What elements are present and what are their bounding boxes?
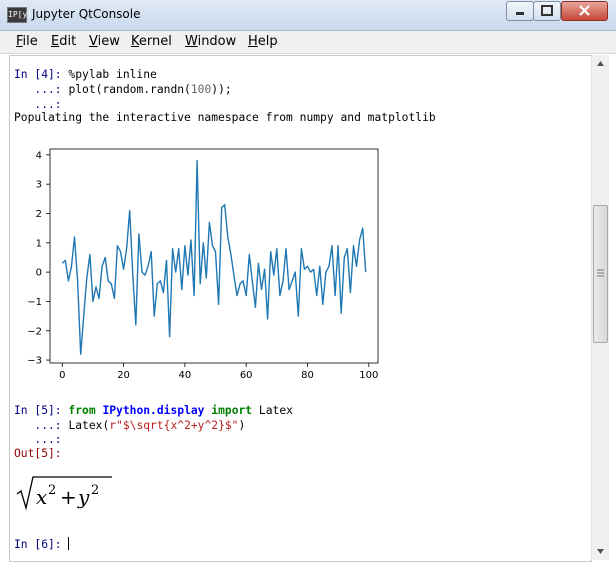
y-tick-label: 3 — [36, 180, 42, 191]
x-tick-label: 60 — [240, 370, 253, 381]
continuation-prompt: ...: — [34, 83, 62, 96]
in-prompt: In [4]: — [14, 68, 62, 81]
maximize-icon — [541, 5, 553, 16]
menu-bar: File Edit View Kernel Window Help — [0, 31, 616, 54]
input-line: ...: — [14, 98, 62, 111]
vertical-scrollbar[interactable] — [591, 55, 609, 560]
out-prompt: Out[5]: — [14, 447, 62, 460]
y-tick-label: 0 — [36, 268, 42, 279]
input-line: In [4]: %pylab inline — [14, 68, 157, 81]
line-plot: 0 20 40 60 80 100 −3 −2 −1 0 1 2 3 4 — [27, 148, 379, 381]
code-string: r"$\sqrt{x^2+y^2}$" — [109, 419, 239, 432]
y-tick-label: 1 — [36, 238, 42, 249]
keyword-import: import — [211, 404, 253, 417]
x-tick-label: 80 — [301, 370, 314, 381]
input-line: ...: Latex(r"$\sqrt{x^2+y^2}$") — [14, 419, 245, 432]
scrollbar-thumb[interactable] — [593, 205, 608, 343]
scroll-up-button[interactable] — [592, 55, 609, 72]
maximize-button[interactable] — [533, 1, 561, 21]
svg-text:2: 2 — [91, 483, 99, 498]
code: %pylab inline — [68, 68, 157, 81]
y-tick-label: −2 — [27, 326, 42, 337]
continuation-prompt: ...: — [34, 98, 62, 111]
app-icon: IP[y] — [7, 7, 32, 23]
code: Latex — [258, 404, 293, 417]
arrow-down-icon — [597, 549, 604, 554]
close-icon — [579, 5, 590, 16]
title-bar[interactable]: IP[y] Jupyter QtConsole — [0, 0, 616, 31]
menu-file[interactable]: File — [16, 34, 38, 49]
module-name: IPython.display — [102, 404, 205, 417]
input-line: ...: — [14, 433, 62, 446]
menu-edit[interactable]: Edit — [51, 34, 76, 49]
output-text: Populating the interactive namespace fro… — [14, 111, 436, 124]
input-line: ...: plot(random.randn(100)); — [14, 83, 232, 96]
x-tick-label: 100 — [359, 370, 378, 381]
svg-text:y: y — [77, 485, 90, 509]
scroll-down-button[interactable] — [592, 543, 609, 560]
code: ) — [238, 419, 246, 432]
code-number: 100 — [190, 83, 212, 96]
latex-output-image: x 2 + y 2 — [16, 476, 112, 511]
x-tick-label: 20 — [117, 370, 130, 381]
svg-text:+: + — [60, 485, 77, 509]
y-tick-label: 2 — [36, 209, 42, 220]
grip-icon — [597, 269, 604, 277]
plot-frame — [49, 148, 379, 364]
input-line[interactable]: In [6]: — [14, 537, 70, 551]
menu-view[interactable]: View — [89, 34, 120, 49]
console-area[interactable]: In [4]: %pylab inline ...: plot(random.r… — [9, 55, 592, 562]
keyword-from: from — [68, 404, 96, 417]
code: Latex( — [68, 419, 110, 432]
x-tick-label: 40 — [179, 370, 192, 381]
minimize-button[interactable] — [506, 1, 534, 21]
menu-window[interactable]: Window — [185, 34, 236, 49]
y-tick-label: −1 — [27, 297, 42, 308]
close-button[interactable] — [561, 1, 608, 21]
in-prompt: In [6]: — [14, 538, 62, 551]
continuation-prompt: ...: — [34, 419, 62, 432]
text-cursor — [68, 537, 70, 550]
x-tick-label: 0 — [59, 370, 65, 381]
arrow-up-icon — [597, 61, 604, 66]
minimize-icon — [516, 12, 524, 15]
svg-text:2: 2 — [48, 483, 56, 498]
in-prompt: In [5]: — [14, 404, 62, 417]
input-line: In [5]: from IPython.display import Late… — [14, 404, 293, 417]
continuation-prompt: ...: — [34, 433, 62, 446]
svg-text:x: x — [36, 485, 47, 509]
code: plot(random.randn( — [68, 83, 191, 96]
menu-help[interactable]: Help — [248, 34, 278, 49]
code: )); — [211, 83, 232, 96]
window-title: Jupyter QtConsole — [32, 7, 141, 21]
menu-kernel[interactable]: Kernel — [131, 34, 172, 49]
y-tick-label: −3 — [27, 356, 42, 367]
y-tick-label: 4 — [36, 150, 42, 161]
